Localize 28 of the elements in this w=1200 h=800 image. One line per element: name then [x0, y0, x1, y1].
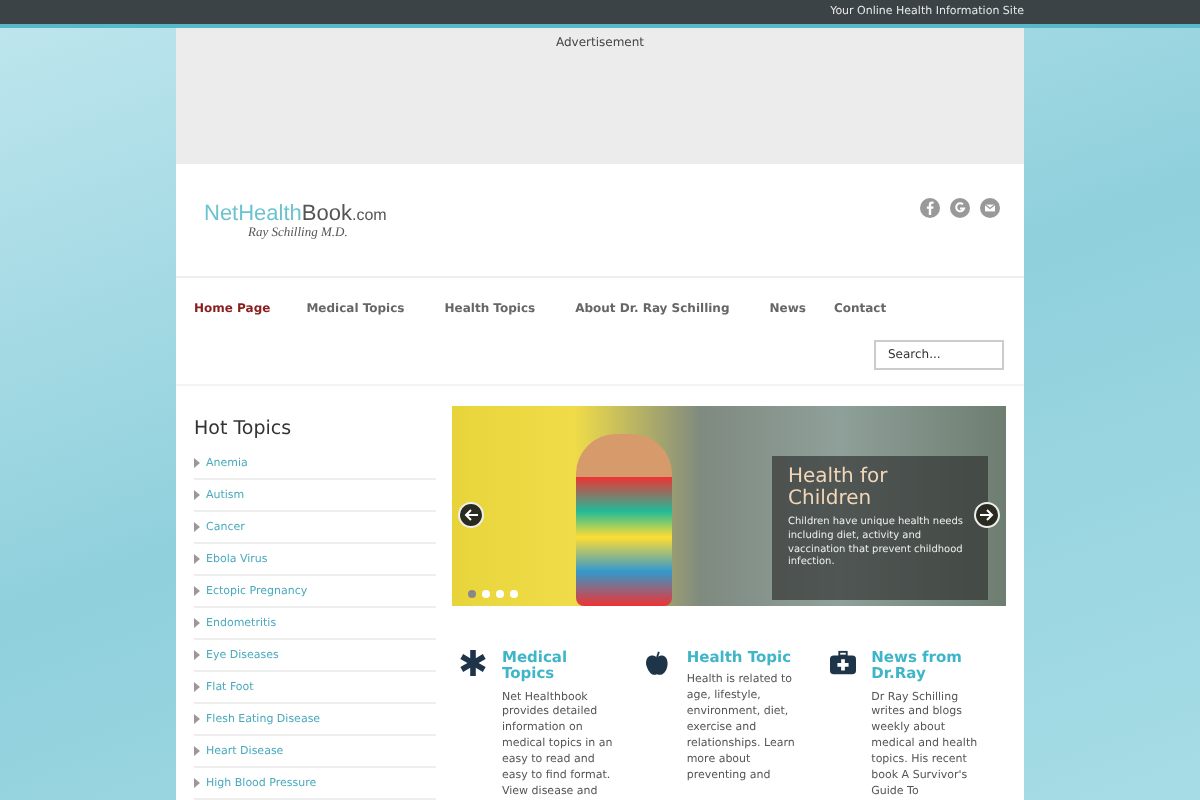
facebook-icon[interactable]	[920, 198, 940, 218]
slide-dot[interactable]	[468, 590, 476, 598]
chevron-icon	[194, 650, 200, 660]
chevron-icon	[194, 682, 200, 692]
chevron-icon	[194, 458, 200, 468]
google-plus-icon[interactable]	[950, 198, 970, 218]
chevron-icon	[194, 778, 200, 788]
chevron-icon	[194, 490, 200, 500]
sidebar-title: Hot Topics	[194, 418, 294, 440]
site-logo[interactable]: NetHealthBook.com	[204, 201, 387, 225]
right-arrow-icon	[980, 508, 994, 522]
apple-icon	[644, 650, 671, 676]
slide-dot[interactable]	[496, 590, 504, 598]
chevron-icon	[194, 746, 200, 756]
previous-slide-button[interactable]	[458, 502, 484, 528]
chevron-icon	[194, 714, 200, 724]
first-aid-kit-icon	[829, 650, 856, 676]
slide-title: Health for Children	[788, 468, 890, 510]
slide-dot[interactable]	[482, 590, 490, 598]
chevron-icon	[194, 586, 200, 596]
slide-dot[interactable]	[510, 590, 518, 598]
mail-icon[interactable]	[980, 198, 1000, 218]
left-arrow-icon	[464, 508, 478, 522]
chevron-icon	[194, 554, 200, 564]
next-slide-button[interactable]	[974, 502, 1000, 528]
medical-star-icon	[460, 650, 486, 676]
chevron-icon	[194, 618, 200, 628]
chevron-icon	[194, 522, 200, 532]
